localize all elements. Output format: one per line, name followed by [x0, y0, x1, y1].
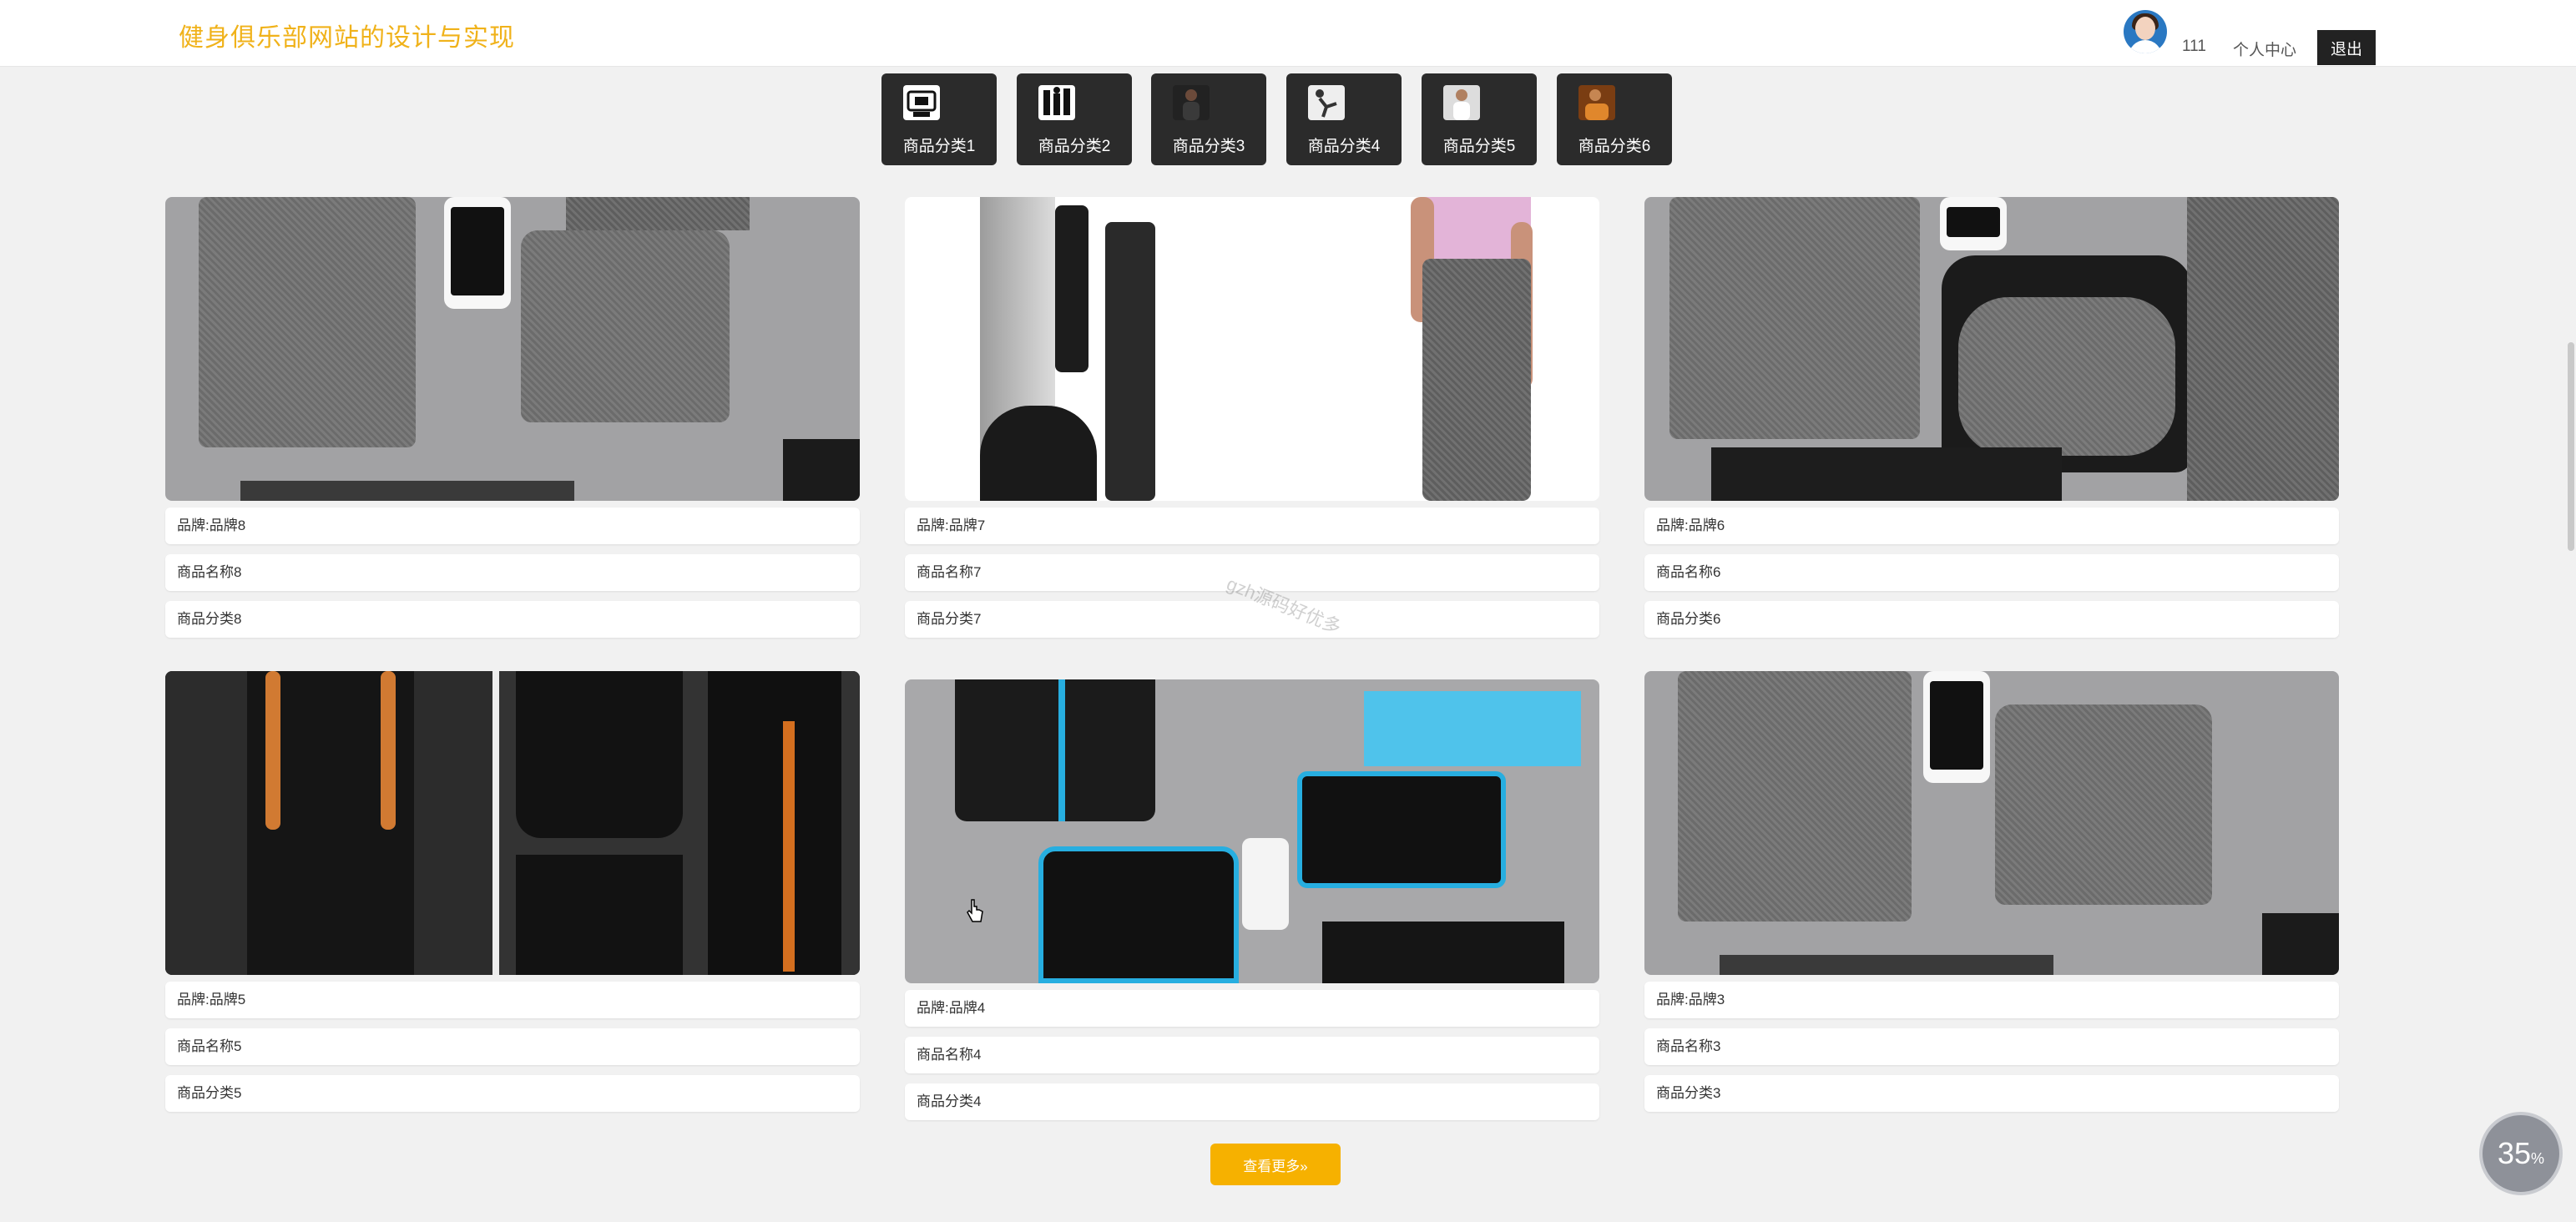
category-label: 商品分类3 — [1172, 138, 1245, 155]
shorts-shape — [1297, 771, 1506, 888]
product-name: 商品名称5 — [165, 1028, 860, 1065]
product-brand: 品牌:品牌7 — [905, 507, 1599, 544]
product-image[interactable] — [905, 679, 1599, 983]
product-card-8[interactable]: 品牌:品牌8 商品名称8 商品分类8 — [165, 197, 860, 638]
fitness-tools-icon — [1038, 85, 1075, 120]
category-label: 商品分类1 — [902, 138, 976, 155]
orange-stripe-shape — [783, 721, 795, 972]
product-brand: 品牌:品牌5 — [165, 982, 860, 1018]
product-brand: 品牌:品牌8 — [165, 507, 860, 544]
jacket-shape — [1678, 671, 1912, 922]
product-category: 商品分类3 — [1644, 1075, 2339, 1112]
category-button-3[interactable]: 商品分类3 — [1151, 73, 1266, 165]
divider-shape — [492, 671, 499, 975]
personal-center-link[interactable]: 个人中心 — [2233, 38, 2296, 60]
product-category: 商品分类5 — [165, 1075, 860, 1112]
logout-button[interactable]: 退出 — [2317, 30, 2376, 65]
sports-bra-cup-shape — [1958, 297, 2175, 456]
blue-shirt-shape — [1364, 691, 1581, 766]
product-category: 商品分类8 — [165, 601, 860, 638]
pants-shape — [240, 481, 574, 501]
product-card-6[interactable]: 品牌:品牌6 商品名称6 商品分类6 — [1644, 197, 2339, 638]
product-image[interactable] — [165, 197, 860, 501]
avatar-face — [2135, 17, 2155, 40]
tshirt-shape — [516, 671, 683, 838]
product-card-7[interactable]: 品牌:品牌7 商品名称7 商品分类7 — [905, 197, 1599, 638]
site-title[interactable]: 健身俱乐部网站的设计与实现 — [179, 17, 515, 53]
exercise-figure-icon — [1308, 85, 1345, 120]
phone-shape — [1923, 671, 1990, 783]
shorts-shape — [566, 197, 750, 230]
top-header: 健身俱乐部网站的设计与实现 111 个人中心 退出 — [0, 0, 2576, 67]
product-brand: 品牌:品牌6 — [1644, 507, 2339, 544]
product-category: 商品分类4 — [905, 1083, 1599, 1120]
jacket-shape — [955, 679, 1155, 821]
shorts-shape — [516, 855, 683, 975]
product-category: 商品分类7 — [905, 601, 1599, 638]
product-name: 商品名称6 — [1644, 554, 2339, 591]
pants-shape — [2187, 197, 2339, 501]
page-scrollbar[interactable] — [2568, 342, 2574, 551]
mp3-player-shape — [1242, 838, 1289, 930]
gym-equipment-icon — [903, 85, 940, 120]
category-label: 商品分类4 — [1307, 138, 1381, 155]
avatar-body — [2129, 40, 2162, 53]
product-brand: 品牌:品牌4 — [905, 990, 1599, 1027]
pants-shape — [1720, 955, 2053, 975]
category-label: 商品分类6 — [1578, 138, 1651, 155]
progress-indicator: 35 % — [2479, 1112, 2563, 1195]
product-name: 商品名称3 — [1644, 1028, 2339, 1065]
arm-shape — [381, 671, 396, 830]
phone-shape — [1940, 197, 2007, 250]
product-category: 商品分类6 — [1644, 601, 2339, 638]
leggings-shape — [708, 671, 841, 975]
leggings-shape — [1422, 259, 1531, 501]
product-image[interactable] — [1644, 671, 2339, 975]
hand-cursor-icon — [967, 899, 983, 922]
shorts-shape — [2262, 913, 2339, 975]
product-name: 商品名称8 — [165, 554, 860, 591]
shorts-shape — [783, 439, 860, 501]
boxing-photo-icon — [1578, 85, 1615, 120]
shorts-shape — [1711, 447, 2062, 501]
category-button-4[interactable]: 商品分类4 — [1286, 73, 1402, 165]
jacket-shape — [199, 197, 416, 447]
progress-unit: % — [2531, 1149, 2545, 1167]
product-card-5[interactable]: 品牌:品牌5 商品名称5 商品分类5 — [165, 671, 860, 1112]
machine-handle-shape — [1055, 205, 1088, 372]
product-image[interactable] — [905, 197, 1599, 501]
shorts-shape — [1322, 922, 1564, 983]
category-button-1[interactable]: 商品分类1 — [881, 73, 997, 165]
jacket-shape — [1669, 197, 1920, 439]
category-label: 商品分类5 — [1442, 138, 1516, 155]
user-avatar[interactable] — [2124, 10, 2167, 53]
machine-column-shape — [1105, 222, 1155, 501]
product-card-3[interactable]: 品牌:品牌3 商品名称3 商品分类3 — [1644, 671, 2339, 1112]
product-card-4[interactable]: 品牌:品牌4 商品名称4 商品分类4 — [905, 679, 1599, 1120]
product-brand: 品牌:品牌3 — [1644, 982, 2339, 1018]
zipper-stripe-shape — [1058, 679, 1065, 821]
product-image[interactable] — [1644, 197, 2339, 501]
view-more-button[interactable]: 查看更多» — [1210, 1144, 1341, 1185]
product-image[interactable] — [165, 671, 860, 975]
arm-shape — [265, 671, 280, 830]
category-button-5[interactable]: 商品分类5 — [1422, 73, 1537, 165]
athlete-photo-icon — [1173, 85, 1210, 120]
category-button-2[interactable]: 商品分类2 — [1017, 73, 1132, 165]
sports-bra-shape — [1038, 846, 1239, 983]
progress-value: 35 — [2497, 1136, 2532, 1170]
tank-top-shape — [521, 230, 730, 422]
category-button-6[interactable]: 商品分类6 — [1557, 73, 1672, 165]
username: 111 — [2182, 38, 2206, 55]
trainer-photo-icon — [1443, 85, 1480, 120]
product-name: 商品名称4 — [905, 1037, 1599, 1073]
category-label: 商品分类2 — [1038, 138, 1111, 155]
tank-top-shape — [1995, 704, 2212, 905]
machine-base-shape — [980, 406, 1097, 501]
phone-shape — [444, 197, 511, 309]
